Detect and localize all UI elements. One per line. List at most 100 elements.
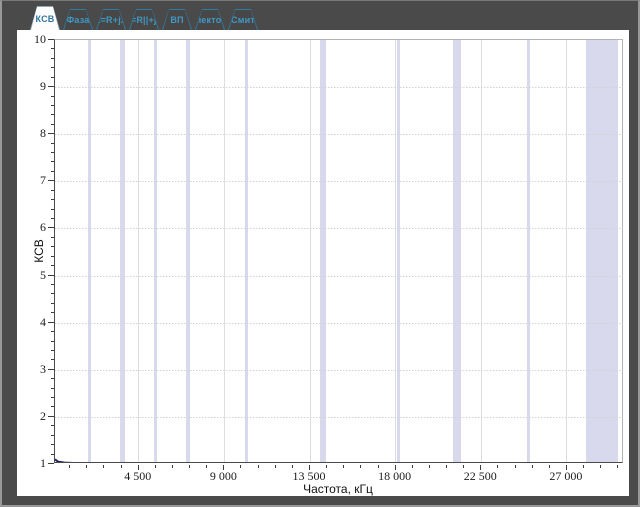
tab-label: Смит [229, 10, 257, 30]
y-tick-minor [51, 67, 54, 69]
y-tick-major [48, 180, 54, 182]
y-tick-minor [51, 95, 54, 97]
x-tick-minor [548, 465, 550, 468]
x-tick-minor [326, 465, 328, 468]
y-axis-title: КСВ [32, 239, 46, 263]
x-tick-minor [428, 465, 430, 468]
x-tick-minor [600, 465, 602, 468]
tab-фаза[interactable]: Фаза [63, 9, 93, 30]
y-tick-minor [51, 48, 54, 50]
tab-ксв[interactable]: КСВ [30, 6, 60, 30]
y-tick-major [48, 133, 54, 135]
chart-panel: КСВ Частота, кГц 1 2 3 4 5 6 7 8 9 10 4 500 9 000 13… [17, 30, 629, 496]
x-tick-minor [531, 465, 533, 468]
y-tick-minor [51, 349, 54, 351]
x-tick-minor [103, 465, 105, 468]
y-tick-major [48, 368, 54, 370]
y-tick-major [48, 39, 54, 40]
tab-label: КСВ [31, 7, 59, 30]
x-tick-minor [69, 465, 71, 468]
x-tick-minor [274, 465, 276, 468]
x-tick-minor [86, 465, 88, 468]
y-tick-minor [51, 199, 54, 201]
tab-z=r+jx[interactable]: Z=R+jX [96, 9, 126, 30]
tab-вп[interactable]: ВП [162, 9, 192, 30]
y-tick-major [48, 463, 54, 464]
y-tick-major [48, 227, 54, 229]
x-tick-minor [257, 465, 259, 468]
x-tick-minor [240, 465, 242, 468]
x-tick-minor [189, 465, 191, 468]
y-tick-label: 6 [40, 220, 46, 235]
y-tick-label: 7 [40, 173, 46, 188]
y-tick-minor [51, 340, 54, 342]
x-tick-minor [497, 465, 499, 468]
x-tick-minor [171, 465, 173, 468]
y-tick-minor [51, 387, 54, 389]
y-tick-minor [51, 76, 54, 78]
y-tick-label: 2 [40, 408, 46, 423]
y-tick-label: 10 [34, 32, 46, 46]
y-tick-major [48, 274, 54, 276]
x-tick-label: 18 000 [378, 469, 412, 483]
swr-curve [55, 458, 74, 462]
y-tick-label: 3 [40, 361, 46, 376]
y-tick-minor [51, 302, 54, 304]
swr-plot-area[interactable] [54, 39, 623, 463]
y-tick-major [48, 86, 54, 88]
y-tick-minor [51, 114, 54, 116]
y-tick-label: 1 [40, 456, 46, 470]
x-tick-minor [446, 465, 448, 468]
y-tick-minor [51, 170, 54, 172]
y-tick-label: 9 [40, 79, 46, 94]
x-tick-minor [583, 465, 585, 468]
y-tick-minor [51, 152, 54, 154]
x-tick-minor [377, 465, 379, 468]
y-tick-minor [51, 189, 54, 191]
x-tick-minor [360, 465, 362, 468]
y-tick-major [48, 415, 54, 417]
y-tick-minor [51, 246, 54, 248]
y-tick-minor [51, 57, 54, 59]
x-tick-minor [206, 465, 208, 468]
y-tick-minor [51, 283, 54, 285]
x-tick-minor [617, 465, 619, 468]
x-tick-label: 9 000 [209, 469, 237, 483]
app-window: КСВ Фаза Z=R+jX Z=R||+jX ВП Рефлектометр Смит … [0, 0, 640, 507]
tab-z=r||+jx[interactable]: Z=R||+jX [129, 9, 159, 30]
tab-label: ВП [163, 10, 191, 30]
y-tick-minor [51, 255, 54, 257]
x-tick-minor [463, 465, 465, 468]
y-tick-minor [51, 453, 54, 455]
y-tick-label: 5 [40, 267, 46, 282]
x-tick-minor [343, 465, 345, 468]
x-axis-title: Частота, кГц [303, 482, 373, 496]
y-tick-label: 4 [40, 314, 46, 329]
y-tick-minor [51, 397, 54, 399]
y-tick-minor [51, 293, 54, 295]
y-tick-minor [51, 378, 54, 380]
y-tick-minor [51, 218, 54, 220]
tab-label: Рефлектометр [196, 10, 224, 30]
y-tick-minor [51, 236, 54, 238]
x-tick-label: 22 500 [463, 469, 497, 483]
y-tick-minor [51, 331, 54, 333]
y-tick-label: 8 [40, 126, 46, 141]
y-tick-minor [51, 312, 54, 314]
y-tick-minor [51, 444, 54, 446]
tab-смит[interactable]: Смит [228, 9, 258, 30]
x-tick-label: 27 000 [549, 469, 583, 483]
tab-рефлектометр[interactable]: Рефлектометр [195, 9, 225, 30]
y-tick-minor [51, 123, 54, 125]
x-tick-minor [291, 465, 293, 468]
chart-tab-bar: КСВ Фаза Z=R+jX Z=R||+jX ВП Рефлектометр Смит [30, 4, 258, 30]
x-tick-minor [411, 465, 413, 468]
x-tick-label: 13 500 [292, 469, 326, 483]
y-tick-minor [51, 208, 54, 210]
tab-label: Z=R+jX [97, 10, 125, 30]
tab-label: Z=R||+jX [130, 10, 158, 30]
x-tick-label: 4 500 [124, 469, 152, 483]
y-tick-minor [51, 161, 54, 163]
y-tick-minor [51, 265, 54, 267]
tab-label: Фаза [64, 10, 92, 30]
